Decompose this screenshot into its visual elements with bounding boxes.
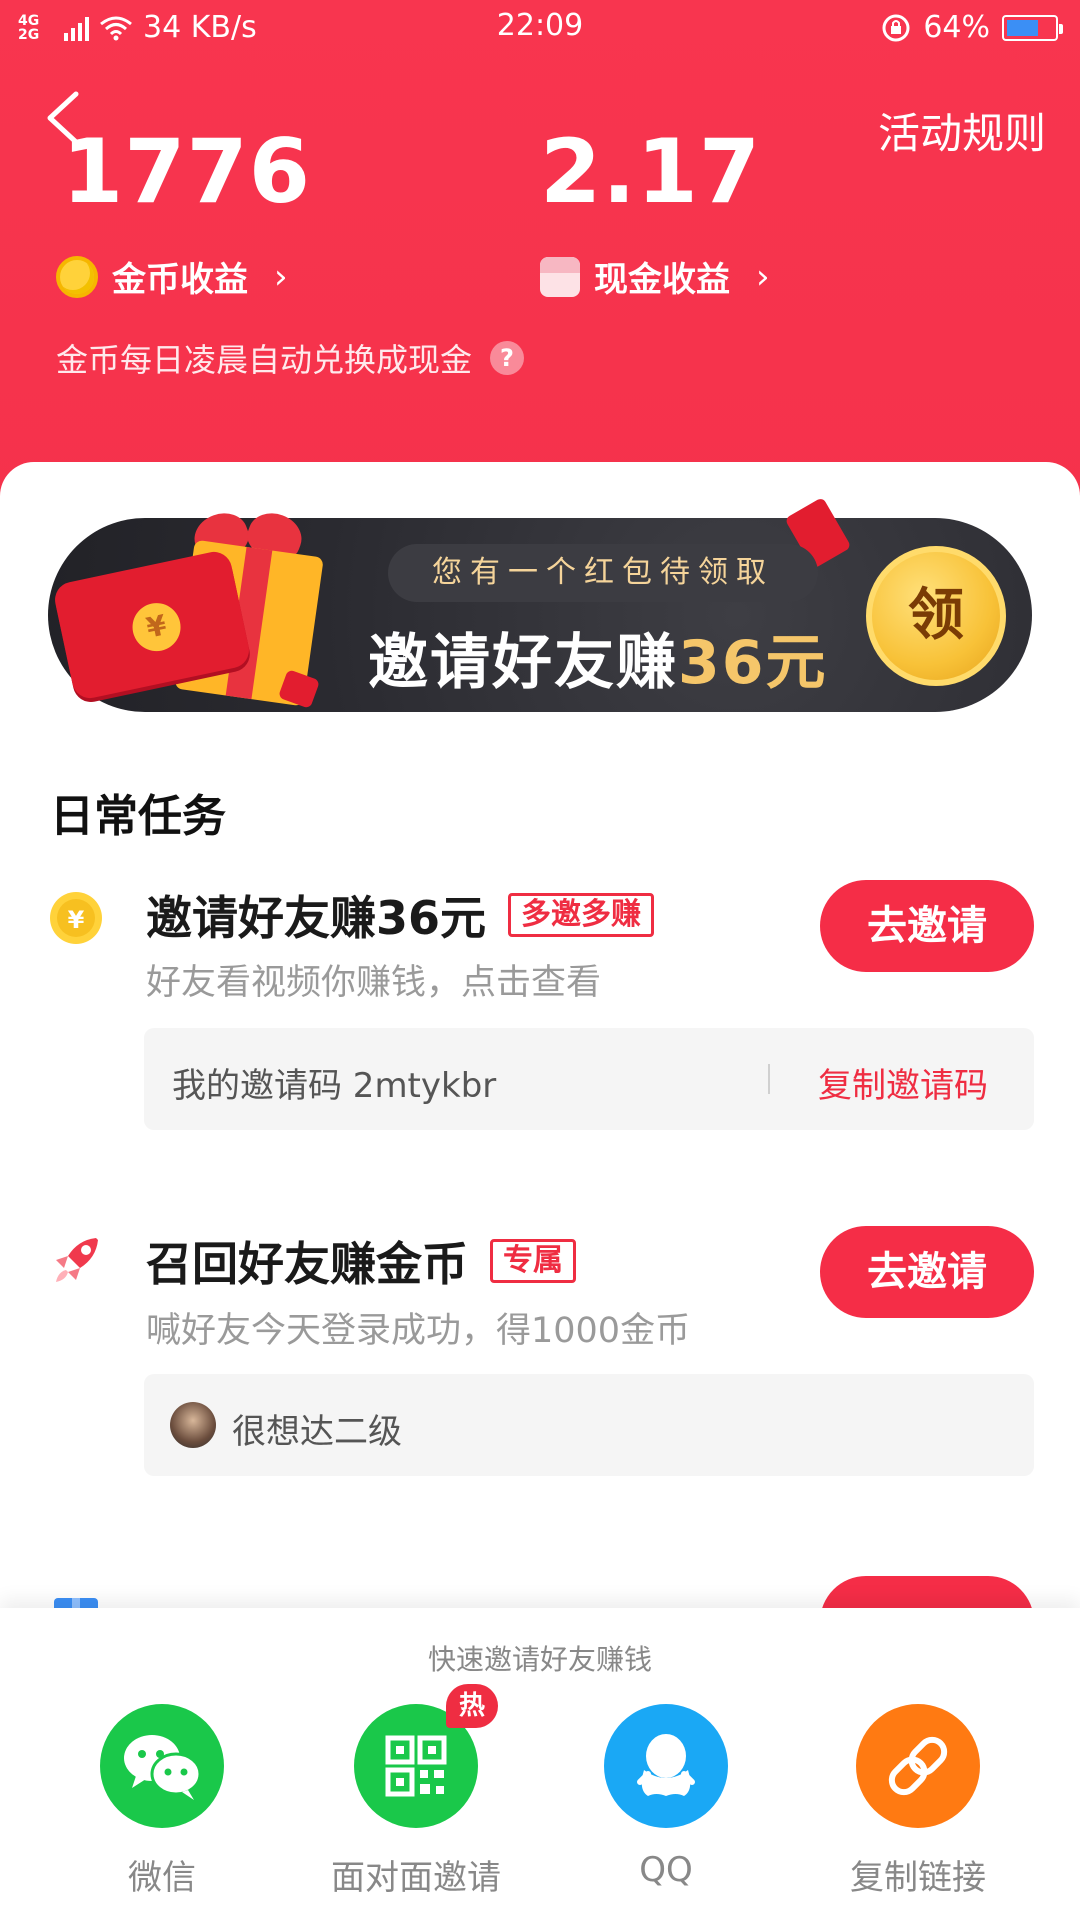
friend-name: 很想达二级 xyxy=(232,1412,402,1452)
share-qq[interactable]: QQ xyxy=(566,1704,766,1890)
invite-code-text: 我的邀请码 2mtykbr xyxy=(172,1066,497,1106)
share-label: 复制链接 xyxy=(850,1858,986,1898)
wallet-icon xyxy=(540,256,580,297)
task-title-text: 邀请好友赚36元 xyxy=(146,891,487,945)
yen-coin-icon: ¥ xyxy=(128,598,186,656)
banner-title-prefix: 邀请好友赚 xyxy=(368,628,678,698)
task-subtitle: 好友看视频你赚钱，点击查看 xyxy=(146,963,602,1003)
banner-title-amount: 36元 xyxy=(678,628,828,698)
coins-value: 1776 xyxy=(62,120,311,223)
chevron-right-icon: › xyxy=(274,256,288,297)
task-title: 召回好友赚金币 专属 xyxy=(146,1228,576,1294)
share-label: QQ xyxy=(639,1850,693,1890)
cash-earnings-link[interactable]: 现金收益 › xyxy=(540,252,770,301)
link-icon xyxy=(856,1704,980,1828)
task-tag: 专属 xyxy=(490,1239,576,1283)
rocket-icon xyxy=(56,1238,98,1282)
friend-row[interactable]: 很想达二级 xyxy=(144,1374,1034,1476)
invite-banner[interactable]: ¥ 您有一个红包待领取 邀请好友赚36元 领 xyxy=(48,496,1032,712)
copy-invite-code-button[interactable]: 复制邀请码 xyxy=(818,1058,988,1107)
invite-code-box: 我的邀请码 2mtykbr 复制邀请码 xyxy=(144,1028,1034,1130)
status-bar: 4G 2G 34 KB/s 22:09 64% xyxy=(0,0,1080,56)
cash-value: 2.17 xyxy=(540,120,762,223)
chevron-right-icon: › xyxy=(756,256,770,297)
claim-button[interactable]: 领 xyxy=(866,546,1006,686)
invite-button[interactable]: 去邀请 xyxy=(820,880,1034,972)
exchange-note: 金币每日凌晨自动兑换成现金 ? xyxy=(56,335,525,381)
share-sheet-title: 快速邀请好友赚钱 xyxy=(427,1643,652,1676)
task-subtitle: 喊好友今天登录成功，得1000金币 xyxy=(146,1311,691,1351)
coin-icon: ¥ xyxy=(50,892,102,944)
share-face-to-face[interactable]: 热 面对面邀请 xyxy=(316,1684,516,1899)
banner-pill-text: 您有一个红包待领取 xyxy=(388,544,818,602)
battery-percent: 64% xyxy=(923,10,990,45)
task-tag: 多邀多赚 xyxy=(508,893,655,937)
avatar xyxy=(170,1402,216,1448)
share-label: 面对面邀请 xyxy=(331,1858,501,1898)
banner-title: 邀请好友赚36元 xyxy=(368,614,828,701)
svg-text:¥: ¥ xyxy=(68,906,85,934)
section-title: 日常任务 xyxy=(50,791,226,842)
qr-code-icon: 热 xyxy=(354,1684,498,1828)
status-right: 64% xyxy=(881,10,1063,45)
share-wechat[interactable]: 微信 xyxy=(62,1704,262,1899)
earnings-header: 4G 2G 34 KB/s 22:09 64% 活动规则 1776 2.17 金… xyxy=(0,0,1080,520)
coin-icon xyxy=(56,255,98,298)
rotation-lock-icon xyxy=(882,14,910,41)
qq-icon xyxy=(604,1704,728,1828)
hot-badge: 热 xyxy=(446,1684,498,1728)
task-title-text: 召回好友赚金币 xyxy=(146,1237,468,1291)
share-sheet: 快速邀请好友赚钱 微信 热 面对面邀请 QQ 复制链接 xyxy=(0,1608,1080,1920)
coins-earnings-link[interactable]: 金币收益 › xyxy=(56,252,288,301)
share-label: 微信 xyxy=(128,1858,196,1898)
divider xyxy=(768,1064,770,1094)
invite-button[interactable]: 去邀请 xyxy=(820,1226,1034,1318)
task-title: 邀请好友赚36元 多邀多赚 xyxy=(146,882,655,948)
help-icon[interactable]: ? xyxy=(490,341,525,375)
coins-label: 金币收益 xyxy=(112,260,248,300)
battery-icon xyxy=(1002,14,1063,41)
cash-label: 现金收益 xyxy=(594,260,730,300)
wechat-icon xyxy=(100,1704,224,1828)
exchange-note-text: 金币每日凌晨自动兑换成现金 xyxy=(56,341,473,379)
activity-rules-link[interactable]: 活动规则 xyxy=(878,100,1046,161)
share-copy-link[interactable]: 复制链接 xyxy=(818,1704,1018,1899)
